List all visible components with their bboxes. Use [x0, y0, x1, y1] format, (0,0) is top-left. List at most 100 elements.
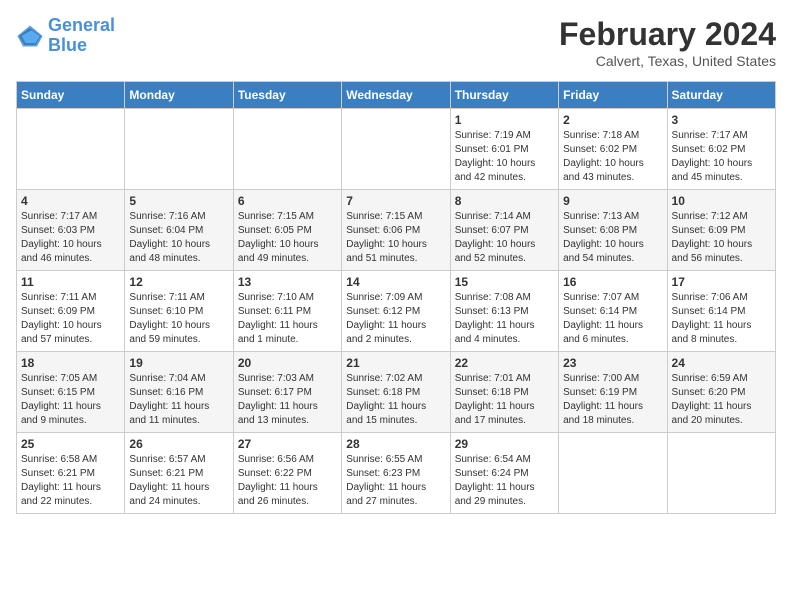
week-row-1: 1 Sunrise: 7:19 AM Sunset: 6:01 PM Daylig… [17, 109, 776, 190]
calendar-cell: 27 Sunrise: 6:56 AM Sunset: 6:22 PM Dayli… [233, 433, 341, 514]
day-info: Sunrise: 6:58 AM Sunset: 6:21 PM Dayligh… [21, 453, 120, 509]
day-number: 8 [455, 194, 554, 208]
day-number: 29 [455, 437, 554, 451]
day-info: Sunrise: 7:17 AM Sunset: 6:03 PM Dayligh… [21, 210, 120, 266]
day-info: Sunrise: 7:07 AM Sunset: 6:14 PM Dayligh… [563, 291, 662, 347]
header-cell-tuesday: Tuesday [233, 82, 341, 109]
title-area: February 2024 Calvert, Texas, United Sta… [559, 16, 776, 69]
day-number: 27 [238, 437, 337, 451]
day-number: 9 [563, 194, 662, 208]
day-number: 7 [346, 194, 445, 208]
logo-line1: General [48, 16, 115, 36]
day-number: 6 [238, 194, 337, 208]
calendar-cell: 28 Sunrise: 6:55 AM Sunset: 6:23 PM Dayli… [342, 433, 450, 514]
calendar-cell: 22Sunrise: 7:01 AM Sunset: 6:18 PM Dayli… [450, 352, 558, 433]
header-row: SundayMondayTuesdayWednesdayThursdayFrid… [17, 82, 776, 109]
logo-text: General Blue [48, 16, 115, 56]
day-info: Sunrise: 7:06 AM Sunset: 6:14 PM Dayligh… [672, 291, 771, 347]
calendar-cell: 17 Sunrise: 7:06 AM Sunset: 6:14 PM Dayli… [667, 271, 775, 352]
day-number: 17 [672, 275, 771, 289]
day-number: 26 [129, 437, 228, 451]
calendar-cell: 12 Sunrise: 7:11 AM Sunset: 6:10 PM Dayli… [125, 271, 233, 352]
day-info: Sunrise: 7:04 AM Sunset: 6:16 PM Dayligh… [129, 372, 228, 428]
day-info: Sunrise: 6:55 AM Sunset: 6:23 PM Dayligh… [346, 453, 445, 509]
day-number: 19 [129, 356, 228, 370]
day-number: 22 [455, 356, 554, 370]
day-number: 14 [346, 275, 445, 289]
main-title: February 2024 [559, 16, 776, 53]
day-info: Sunrise: 7:03 AM Sunset: 6:17 PM Dayligh… [238, 372, 337, 428]
week-row-3: 11Sunrise: 7:11 AM Sunset: 6:09 PM Dayli… [17, 271, 776, 352]
subtitle: Calvert, Texas, United States [559, 53, 776, 69]
calendar-cell [125, 109, 233, 190]
day-info: Sunrise: 6:59 AM Sunset: 6:20 PM Dayligh… [672, 372, 771, 428]
day-info: Sunrise: 7:00 AM Sunset: 6:19 PM Dayligh… [563, 372, 662, 428]
calendar-cell: 5 Sunrise: 7:16 AM Sunset: 6:04 PM Daylig… [125, 190, 233, 271]
calendar-cell: 24 Sunrise: 6:59 AM Sunset: 6:20 PM Dayli… [667, 352, 775, 433]
day-number: 1 [455, 113, 554, 127]
logo-icon [16, 22, 44, 50]
calendar-cell: 19 Sunrise: 7:04 AM Sunset: 6:16 PM Dayli… [125, 352, 233, 433]
day-number: 20 [238, 356, 337, 370]
calendar-table: SundayMondayTuesdayWednesdayThursdayFrid… [16, 81, 776, 514]
day-number: 18 [21, 356, 120, 370]
calendar-cell [667, 433, 775, 514]
day-info: Sunrise: 6:54 AM Sunset: 6:24 PM Dayligh… [455, 453, 554, 509]
calendar-cell [17, 109, 125, 190]
calendar-cell: 23Sunrise: 7:00 AM Sunset: 6:19 PM Dayli… [559, 352, 667, 433]
calendar-cell: 13Sunrise: 7:10 AM Sunset: 6:11 PM Dayli… [233, 271, 341, 352]
day-info: Sunrise: 7:15 AM Sunset: 6:05 PM Dayligh… [238, 210, 337, 266]
day-number: 5 [129, 194, 228, 208]
calendar-cell: 29 Sunrise: 6:54 AM Sunset: 6:24 PM Dayli… [450, 433, 558, 514]
day-number: 16 [563, 275, 662, 289]
day-info: Sunrise: 7:16 AM Sunset: 6:04 PM Dayligh… [129, 210, 228, 266]
day-info: Sunrise: 7:19 AM Sunset: 6:01 PM Dayligh… [455, 129, 554, 185]
calendar-cell: 21 Sunrise: 7:02 AM Sunset: 6:18 PM Dayli… [342, 352, 450, 433]
day-info: Sunrise: 7:09 AM Sunset: 6:12 PM Dayligh… [346, 291, 445, 347]
day-info: Sunrise: 6:56 AM Sunset: 6:22 PM Dayligh… [238, 453, 337, 509]
calendar-cell: 11Sunrise: 7:11 AM Sunset: 6:09 PM Dayli… [17, 271, 125, 352]
day-number: 24 [672, 356, 771, 370]
calendar-cell: 8Sunrise: 7:14 AM Sunset: 6:07 PM Daylig… [450, 190, 558, 271]
calendar-cell: 3Sunrise: 7:17 AM Sunset: 6:02 PM Daylig… [667, 109, 775, 190]
week-row-5: 25 Sunrise: 6:58 AM Sunset: 6:21 PM Dayli… [17, 433, 776, 514]
week-row-2: 4 Sunrise: 7:17 AM Sunset: 6:03 PM Daylig… [17, 190, 776, 271]
calendar-cell: 15Sunrise: 7:08 AM Sunset: 6:13 PM Dayli… [450, 271, 558, 352]
day-number: 15 [455, 275, 554, 289]
calendar-header: SundayMondayTuesdayWednesdayThursdayFrid… [17, 82, 776, 109]
day-number: 13 [238, 275, 337, 289]
day-number: 28 [346, 437, 445, 451]
calendar-cell [342, 109, 450, 190]
day-number: 25 [21, 437, 120, 451]
header-cell-monday: Monday [125, 82, 233, 109]
calendar-cell: 9Sunrise: 7:13 AM Sunset: 6:08 PM Daylig… [559, 190, 667, 271]
day-info: Sunrise: 7:18 AM Sunset: 6:02 PM Dayligh… [563, 129, 662, 185]
calendar-cell: 7 Sunrise: 7:15 AM Sunset: 6:06 PM Daylig… [342, 190, 450, 271]
day-info: Sunrise: 7:05 AM Sunset: 6:15 PM Dayligh… [21, 372, 120, 428]
header-cell-friday: Friday [559, 82, 667, 109]
calendar-cell: 16 Sunrise: 7:07 AM Sunset: 6:14 PM Dayli… [559, 271, 667, 352]
calendar-body: 1 Sunrise: 7:19 AM Sunset: 6:01 PM Daylig… [17, 109, 776, 514]
day-info: Sunrise: 7:12 AM Sunset: 6:09 PM Dayligh… [672, 210, 771, 266]
calendar-cell: 2 Sunrise: 7:18 AM Sunset: 6:02 PM Daylig… [559, 109, 667, 190]
calendar-cell: 25 Sunrise: 6:58 AM Sunset: 6:21 PM Dayli… [17, 433, 125, 514]
day-number: 2 [563, 113, 662, 127]
calendar-cell: 1 Sunrise: 7:19 AM Sunset: 6:01 PM Daylig… [450, 109, 558, 190]
calendar-cell: 18 Sunrise: 7:05 AM Sunset: 6:15 PM Dayli… [17, 352, 125, 433]
logo: General Blue [16, 16, 115, 56]
day-info: Sunrise: 7:02 AM Sunset: 6:18 PM Dayligh… [346, 372, 445, 428]
calendar-cell: 10Sunrise: 7:12 AM Sunset: 6:09 PM Dayli… [667, 190, 775, 271]
calendar-cell: 20 Sunrise: 7:03 AM Sunset: 6:17 PM Dayli… [233, 352, 341, 433]
header-cell-thursday: Thursday [450, 82, 558, 109]
day-number: 12 [129, 275, 228, 289]
calendar-cell: 26Sunrise: 6:57 AM Sunset: 6:21 PM Dayli… [125, 433, 233, 514]
week-row-4: 18 Sunrise: 7:05 AM Sunset: 6:15 PM Dayli… [17, 352, 776, 433]
calendar-cell [233, 109, 341, 190]
calendar-cell: 14 Sunrise: 7:09 AM Sunset: 6:12 PM Dayli… [342, 271, 450, 352]
day-info: Sunrise: 7:15 AM Sunset: 6:06 PM Dayligh… [346, 210, 445, 266]
calendar-cell [559, 433, 667, 514]
logo-line2: Blue [48, 36, 115, 56]
day-info: Sunrise: 7:11 AM Sunset: 6:10 PM Dayligh… [129, 291, 228, 347]
day-number: 4 [21, 194, 120, 208]
day-number: 21 [346, 356, 445, 370]
